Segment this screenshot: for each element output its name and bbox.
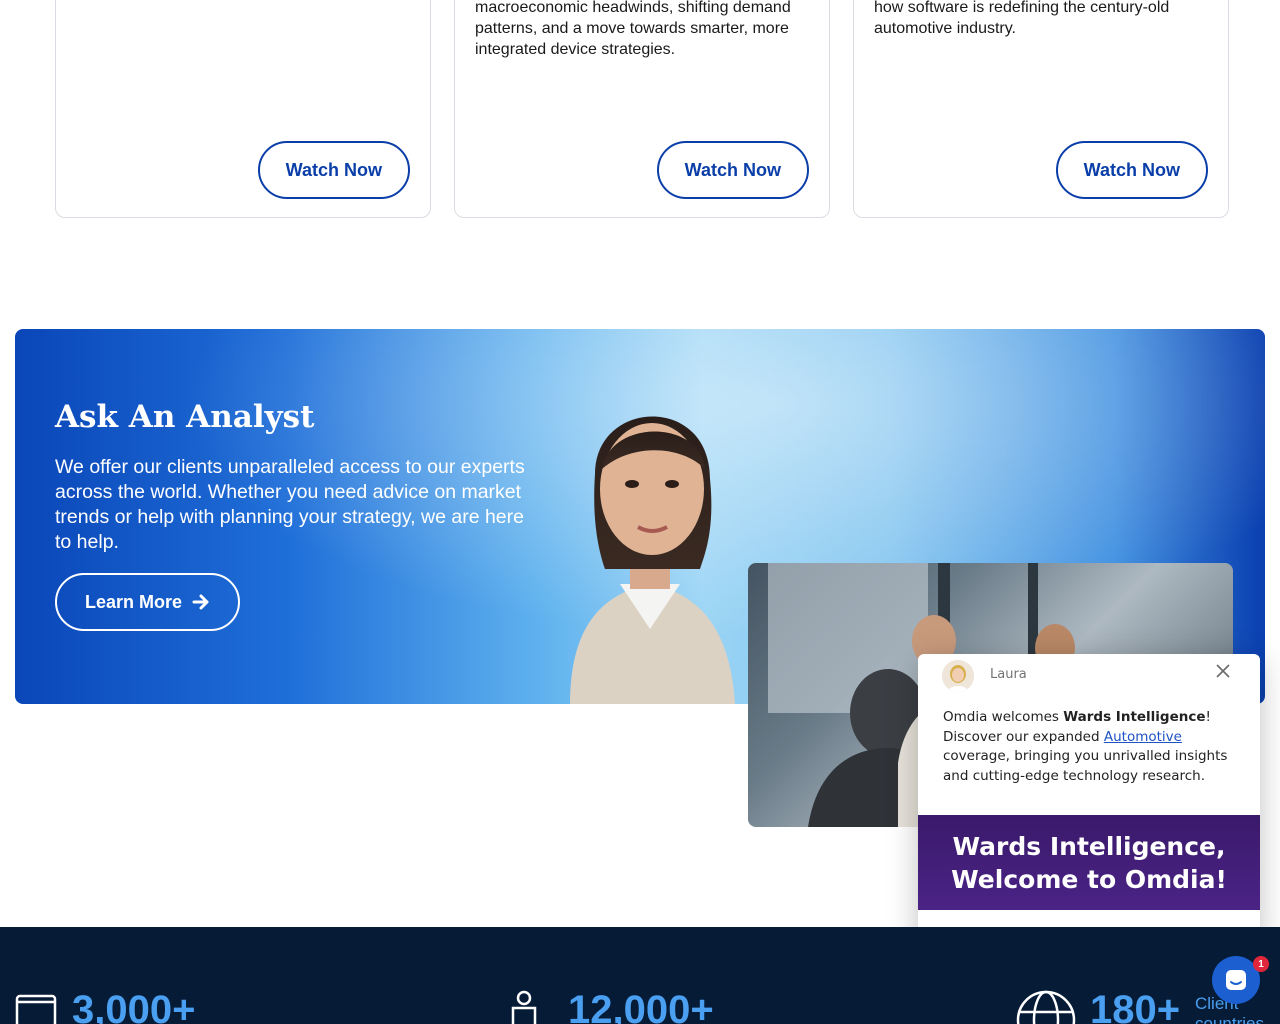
- webinar-card-1: Watch Now: [55, 0, 431, 218]
- globe-icon: [1016, 990, 1076, 1024]
- watch-now-button[interactable]: Watch Now: [656, 141, 809, 199]
- learn-more-label: Learn More: [85, 591, 183, 612]
- banner-title: Ask An Analyst: [55, 399, 315, 435]
- promo-line-2: Welcome to Omdia!: [951, 864, 1227, 894]
- automotive-link[interactable]: Automotive: [1104, 729, 1182, 745]
- message-text: coverage, bringing you unrivalled insigh…: [943, 748, 1228, 784]
- chat-icon: [1226, 970, 1246, 990]
- close-icon[interactable]: [1214, 662, 1232, 680]
- promo-banner[interactable]: Wards Intelligence, Welcome to Omdia!: [918, 815, 1260, 910]
- banner-description: We offer our clients unparalleled access…: [55, 456, 525, 553]
- message-bold-text: Wards Intelligence: [1063, 709, 1206, 725]
- webinar-card-2: macroeconomic headwinds, shifting demand…: [454, 0, 830, 218]
- card-description: macroeconomic headwinds, shifting demand…: [475, 0, 791, 58]
- arrow-right-icon: [192, 594, 209, 610]
- notification-badge: 1: [1253, 956, 1269, 972]
- stat-value: 180+: [1090, 988, 1181, 1024]
- card-description: how software is redefining the century-o…: [874, 0, 1170, 37]
- webinar-card-3: how software is redefining the century-o…: [853, 0, 1229, 218]
- chat-popup[interactable]: Laura Omdia welcomes Wards Intelligence!…: [918, 654, 1260, 940]
- watch-now-button[interactable]: Watch Now: [257, 141, 410, 199]
- stat-value: 12,000+: [568, 988, 714, 1024]
- promo-line-1: Wards Intelligence,: [952, 831, 1226, 861]
- watch-now-button[interactable]: Watch Now: [1055, 141, 1208, 199]
- agent-name: Laura: [990, 667, 1027, 682]
- message-text: Omdia welcomes: [943, 709, 1064, 725]
- book-icon: [15, 994, 57, 1024]
- page: Watch Now macroeconomic headwinds, shift…: [0, 0, 1280, 1024]
- agent-avatar: [942, 660, 974, 692]
- person-icon: [511, 990, 537, 1024]
- learn-more-button[interactable]: Learn More: [55, 573, 241, 631]
- chat-message: Omdia welcomes Wards Intelligence! Disco…: [943, 708, 1238, 786]
- stat-value: 3,000+: [72, 988, 196, 1024]
